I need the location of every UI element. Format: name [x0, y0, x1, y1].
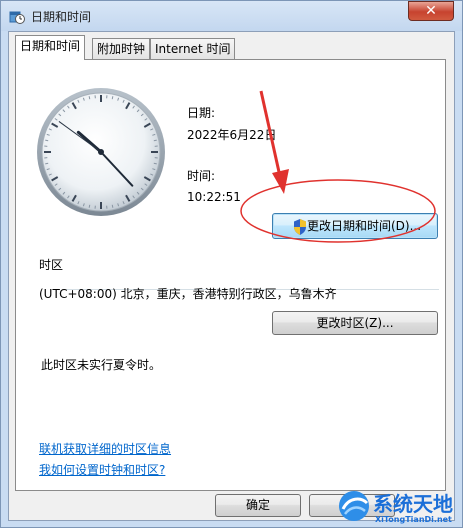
- watermark-logo-icon: [337, 489, 371, 523]
- timezone-value: (UTC+08:00) 北京，重庆，香港特别行政区，乌鲁木齐: [39, 285, 337, 302]
- dst-note: 此时区未实行夏令时。: [41, 356, 161, 373]
- time-value: 10:22:51: [187, 190, 241, 204]
- timezone-section-label: 时区: [39, 256, 63, 273]
- clock-minute-tick: [89, 205, 90, 208]
- clock-minute-tick: [154, 140, 157, 141]
- tab-additional-clocks[interactable]: 附加时钟: [92, 38, 150, 59]
- watermark-subtitle: XiTongTianDi.net: [375, 515, 452, 524]
- date-time-panel: 日期: 2022年6月22日 时间: 10:22:51 更改日期和时间(D)..…: [15, 59, 446, 491]
- ok-button[interactable]: 确定: [215, 494, 301, 517]
- clock-minute-tick: [112, 205, 113, 208]
- clock-minute-tick: [154, 163, 157, 164]
- date-time-dialog: 日期和时间 ✕ 日期和时间 附加时钟 Internet 时间: [0, 0, 463, 528]
- tab-label: Internet 时间: [155, 42, 230, 56]
- date-time-app-icon: [9, 9, 25, 25]
- site-watermark: 系统天地 XiTongTianDi.net: [333, 485, 463, 529]
- tab-internet-time[interactable]: Internet 时间: [150, 38, 235, 59]
- analog-clock: [35, 86, 167, 218]
- tab-label: 附加时钟: [97, 42, 145, 56]
- window-title: 日期和时间: [31, 8, 91, 25]
- dialog-client-area: 日期和时间 附加时钟 Internet 时间: [8, 31, 455, 521]
- close-icon: ✕: [425, 3, 437, 19]
- tab-label: 日期和时间: [20, 39, 80, 53]
- change-timezone-button[interactable]: 更改时区(Z)...: [272, 311, 438, 335]
- clock-minute-tick: [45, 140, 48, 141]
- annotation-ellipse: [238, 177, 438, 245]
- online-timezone-info-link[interactable]: 联机获取详细的时区信息: [39, 440, 171, 457]
- button-label: 更改时区(Z)...: [316, 316, 393, 330]
- time-label: 时间:: [187, 167, 215, 184]
- clock-minute-tick: [89, 96, 90, 99]
- how-to-set-clock-link[interactable]: 我如何设置时钟和时区?: [39, 461, 165, 478]
- button-label: 确定: [246, 498, 270, 512]
- date-label: 日期:: [187, 104, 215, 121]
- tab-date-time[interactable]: 日期和时间: [15, 35, 85, 60]
- clock-minute-tick: [112, 96, 113, 99]
- clock-minute-tick: [45, 163, 48, 164]
- title-bar[interactable]: 日期和时间 ✕: [1, 1, 462, 31]
- watermark-title: 系统天地: [373, 488, 453, 517]
- close-button[interactable]: ✕: [408, 1, 454, 21]
